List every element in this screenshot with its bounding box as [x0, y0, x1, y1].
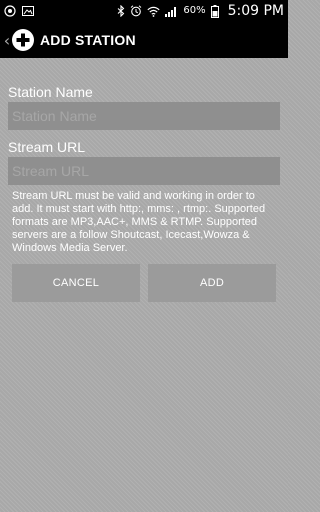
wifi-icon	[147, 6, 160, 17]
notification-icons	[4, 5, 34, 17]
status-bar: 60% 5:09 PM	[0, 0, 288, 22]
stream-url-input[interactable]	[8, 157, 280, 185]
system-icons: 60% 5:09 PM	[117, 3, 284, 19]
image-icon	[22, 5, 34, 17]
stream-url-help-text: Stream URL must be valid and working in …	[12, 190, 266, 254]
battery-icon	[210, 4, 219, 18]
clock: 5:09 PM	[227, 3, 284, 19]
action-bar: ‹ ADD STATION	[0, 22, 288, 58]
radio-app-icon	[4, 5, 16, 17]
stream-url-label: Stream URL	[8, 139, 86, 155]
alarm-icon	[130, 5, 142, 17]
station-name-label: Station Name	[8, 84, 93, 100]
add-button[interactable]: ADD	[148, 264, 276, 302]
cancel-button[interactable]: CANCEL	[12, 264, 140, 302]
station-name-input[interactable]	[8, 102, 280, 130]
battery-percent: 60%	[183, 5, 206, 16]
add-station-icon[interactable]	[12, 29, 34, 51]
page-title: ADD STATION	[40, 32, 136, 48]
signal-icon	[165, 6, 178, 17]
back-chevron-icon[interactable]: ‹	[2, 31, 12, 50]
bluetooth-icon	[117, 5, 125, 17]
